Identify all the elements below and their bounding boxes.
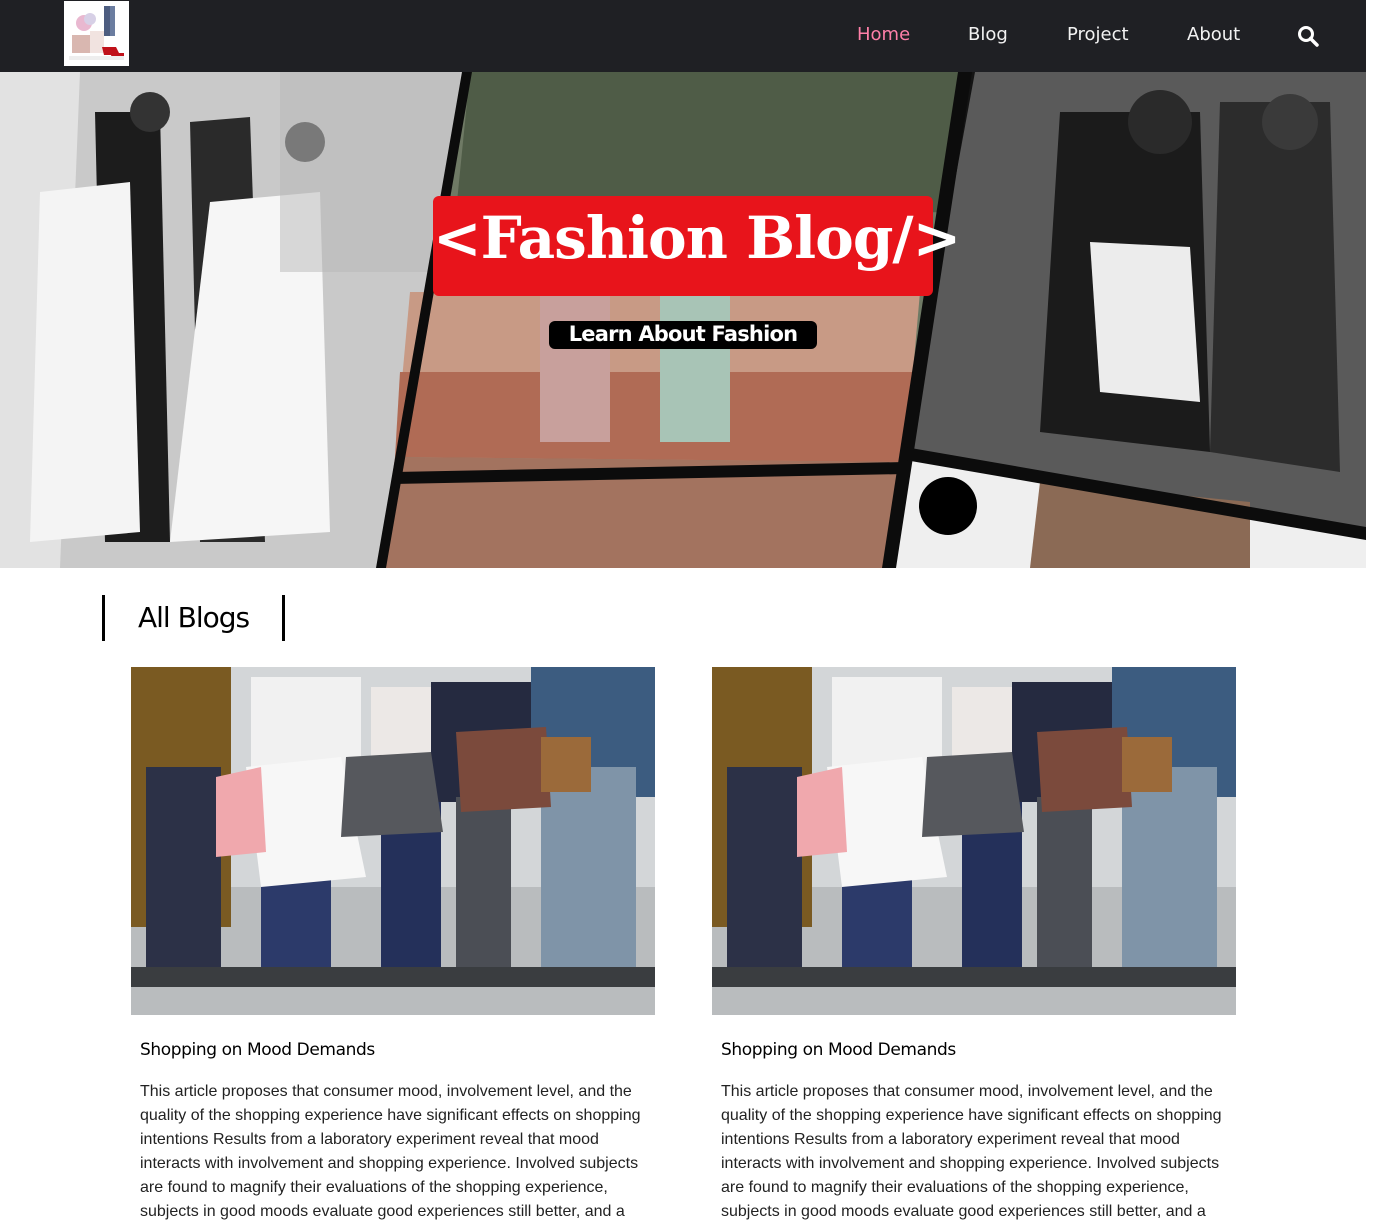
hero-subtitle: Learn About Fashion bbox=[568, 322, 798, 346]
blog-card-image[interactable] bbox=[712, 667, 1236, 1015]
nav-link-about[interactable]: About bbox=[1187, 24, 1240, 45]
nav-link-home[interactable]: Home bbox=[857, 24, 910, 45]
hero-collage-image bbox=[0, 72, 1366, 568]
blog-card-title[interactable]: Shopping on Mood Demands bbox=[140, 1040, 375, 1060]
nav-link-blog[interactable]: Blog bbox=[968, 24, 1008, 45]
navbar: Home Blog Project About bbox=[0, 0, 1366, 72]
hero-banner: <Fashion Blog/> Learn About Fashion bbox=[0, 72, 1366, 568]
hero-title: <Fashion Blog/> bbox=[433, 204, 961, 272]
shopping-photo bbox=[131, 667, 655, 1015]
nav-link-project[interactable]: Project bbox=[1067, 24, 1129, 45]
blog-card-title[interactable]: Shopping on Mood Demands bbox=[721, 1040, 956, 1060]
section-heading-label: All Blogs bbox=[138, 601, 250, 634]
shopping-photo bbox=[712, 667, 1236, 1015]
blog-card-excerpt: This article proposes that consumer mood… bbox=[721, 1083, 1222, 1220]
blog-card-excerpt: This article proposes that consumer mood… bbox=[140, 1083, 641, 1220]
nav-links: Home Blog Project About bbox=[0, 0, 1366, 72]
search-icon[interactable] bbox=[1297, 25, 1319, 47]
section-heading: All Blogs bbox=[102, 595, 285, 641]
blog-card-image[interactable] bbox=[131, 667, 655, 1015]
